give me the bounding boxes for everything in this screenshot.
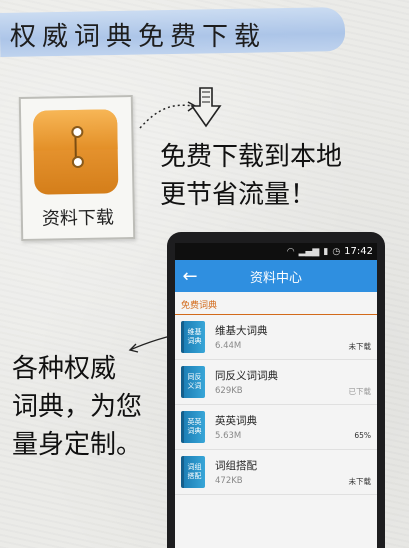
dictionary-cover: 词组 搭配 xyxy=(181,456,205,488)
dictionary-name: 英英词典 xyxy=(215,415,257,427)
app-title: 资料中心 xyxy=(249,270,302,286)
signal-icon: ▂▄▆ xyxy=(298,246,320,257)
wifi-icon: ◠ xyxy=(286,246,295,257)
phone-frame: ◠ ▂▄▆ ▮ ◷ 17:42 ← 资料中心 免费词典 维基 词典 维基大词典 … xyxy=(167,232,385,548)
download-status[interactable]: 未下载 xyxy=(349,341,372,352)
dictionary-size: 6.44M xyxy=(215,341,242,351)
list-item[interactable]: 维基 词典 维基大词典 6.44M 未下载 xyxy=(175,315,377,360)
app-bar: ← 资料中心 xyxy=(175,260,377,292)
envelope-button-bottom xyxy=(71,155,84,169)
list-item[interactable]: 词组 搭配 词组搭配 472KB 未下载 xyxy=(175,450,377,495)
dictionary-size: 5.63M xyxy=(215,431,242,441)
dictionary-cover: 英英 词典 xyxy=(181,411,205,443)
note-line-1: 免费下载到本地 xyxy=(160,142,343,172)
list-item[interactable]: 同反 义词 同反义词词典 629KB 已下载 xyxy=(175,360,377,405)
download-card: 资料下载 xyxy=(18,95,136,241)
side-note-line-3: 量身定制。 xyxy=(12,430,143,460)
side-note-line-2: 词典，为您 xyxy=(12,392,143,422)
download-progress[interactable]: 65% xyxy=(354,431,371,440)
dictionary-name: 同反义词词典 xyxy=(215,370,278,382)
dictionary-size: 472KB xyxy=(215,476,243,486)
dictionary-name: 词组搭配 xyxy=(215,460,257,472)
status-time: 17:42 xyxy=(344,246,373,257)
dictionary-name: 维基大词典 xyxy=(215,325,268,337)
download-status[interactable]: 未下载 xyxy=(349,476,372,487)
dictionary-cover: 同反 义词 xyxy=(181,366,205,398)
dictionary-cover: 维基 词典 xyxy=(181,321,205,353)
dictionary-size: 629KB xyxy=(215,386,243,396)
download-card-label: 资料下载 xyxy=(41,207,115,230)
envelope-icon xyxy=(32,109,119,195)
alarm-icon: ◷ xyxy=(332,246,341,257)
battery-icon: ▮ xyxy=(323,246,329,257)
note-line-2: 更节省流量！ xyxy=(160,180,317,210)
top-banner: 权威词典免费下载 xyxy=(0,0,409,70)
side-note-line-1: 各种权威 xyxy=(12,354,117,384)
handwritten-note-free-download: 免费下载到本地 更节省流量！ xyxy=(160,138,409,214)
list-item[interactable]: 英英 词典 英英词典 5.63M 65% xyxy=(175,405,377,450)
phone-screen: ◠ ▂▄▆ ▮ ◷ 17:42 ← 资料中心 免费词典 维基 词典 维基大词典 … xyxy=(175,243,377,548)
status-bar: ◠ ▂▄▆ ▮ ◷ 17:42 xyxy=(175,243,377,260)
download-status[interactable]: 已下载 xyxy=(349,386,372,397)
handwritten-note-dictionaries: 各种权威 词典，为您 量身定制。 xyxy=(12,350,177,464)
section-header: 免费词典 xyxy=(175,292,377,315)
banner-title: 权威词典免费下载 xyxy=(10,22,267,52)
